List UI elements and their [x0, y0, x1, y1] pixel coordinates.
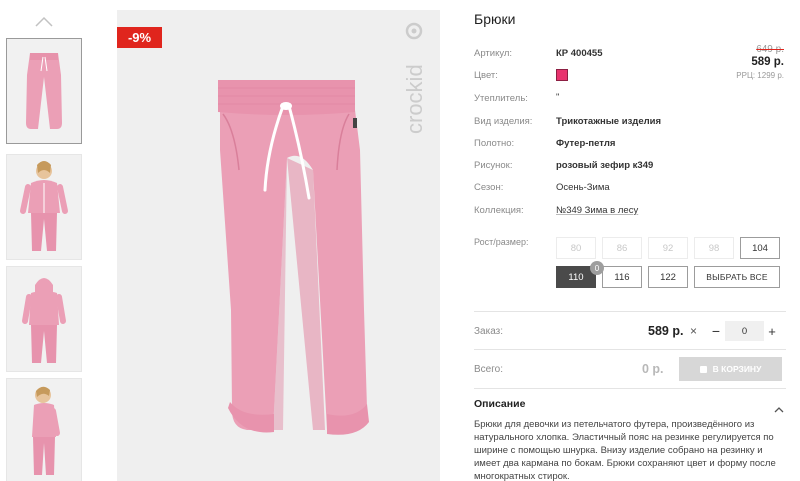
order-label: Заказ:: [474, 326, 504, 337]
order-price: 589 р.: [648, 324, 684, 338]
thumbnail-model-front[interactable]: [6, 154, 82, 260]
brand-logo-icon: crockid: [402, 22, 427, 134]
pattern-value: розовый зефир к349: [556, 160, 654, 171]
product-type-label: Вид изделия:: [474, 116, 533, 127]
divider: [474, 388, 786, 389]
brand-logo-text: crockid: [402, 64, 427, 134]
model-front-image: [20, 161, 68, 251]
main-product-image[interactable]: [117, 10, 440, 481]
thumbnails-up-arrow[interactable]: [34, 14, 54, 30]
collection-label: Коллекция:: [474, 205, 524, 216]
crockid-logo: crockid: [397, 22, 431, 142]
total-label: Всего:: [474, 364, 503, 375]
times-icon: ×: [690, 324, 698, 338]
model-back-image: [22, 278, 66, 363]
pants-thumbnail-image: [26, 53, 62, 129]
size-122-button[interactable]: 122: [648, 266, 688, 288]
thumbnail-pants-front[interactable]: [6, 38, 82, 144]
product-type-value: Трикотажные изделия: [556, 116, 662, 127]
pants-photo: [218, 80, 369, 435]
pattern-label: Рисунок:: [474, 160, 513, 171]
season-value: Осень-Зима: [556, 182, 610, 193]
article-value: КР 400455: [556, 48, 603, 59]
collection-link[interactable]: №349 Зима в лесу: [556, 205, 638, 216]
article-label: Артикул:: [474, 48, 513, 59]
chevron-up-icon: [774, 407, 784, 413]
increase-quantity-button[interactable]: +: [766, 322, 778, 340]
size-110-quantity-badge: 0: [590, 261, 604, 275]
cart-icon: [699, 365, 707, 373]
total-value: 0 р.: [642, 362, 664, 376]
size-label: Рост/размер:: [474, 237, 529, 247]
description-text: Брюки для девочки из петельчатого футера…: [474, 419, 776, 481]
color-swatch[interactable]: [556, 69, 568, 81]
thumbnail-model-side[interactable]: [6, 378, 82, 481]
fabric-value: Футер-петля: [556, 138, 616, 149]
size-116-button[interactable]: 116: [602, 266, 642, 288]
size-86-button[interactable]: 86: [602, 237, 642, 259]
color-label: Цвет:: [474, 70, 498, 81]
season-label: Сезон:: [474, 182, 504, 193]
discount-badge: -9%: [117, 27, 162, 48]
insulation-label: Утеплитель:: [474, 93, 528, 104]
size-80-button[interactable]: 80: [556, 237, 596, 259]
description-heading[interactable]: Описание: [474, 398, 525, 410]
size-104-button[interactable]: 104: [740, 237, 780, 259]
product-info-panel: Брюки 649 р. 589 р. РРЦ: 1299 р. Артикул…: [474, 0, 786, 481]
fabric-label: Полотно:: [474, 138, 515, 149]
size-98-button[interactable]: 98: [694, 237, 734, 259]
add-to-cart-label: В КОРЗИНУ: [712, 364, 762, 374]
quantity-input[interactable]: [725, 321, 764, 341]
recommended-retail-price: РРЦ: 1299 р.: [736, 71, 784, 80]
divider: [474, 349, 786, 350]
thumbnail-model-back[interactable]: [6, 266, 82, 372]
model-side-image: [32, 386, 60, 475]
decrease-quantity-button[interactable]: −: [710, 322, 722, 340]
description-toggle[interactable]: [774, 400, 784, 413]
size-92-button[interactable]: 92: [648, 237, 688, 259]
product-title: Брюки: [474, 11, 516, 27]
select-all-sizes-button[interactable]: ВЫБРАТЬ ВСЕ: [694, 266, 780, 288]
insulation-value: ": [556, 92, 560, 103]
add-to-cart-button[interactable]: В КОРЗИНУ: [679, 357, 782, 381]
divider: [474, 311, 786, 312]
current-price: 589 р.: [751, 56, 784, 68]
chevron-up-icon: [35, 16, 53, 27]
old-price: 649 р.: [756, 44, 784, 55]
